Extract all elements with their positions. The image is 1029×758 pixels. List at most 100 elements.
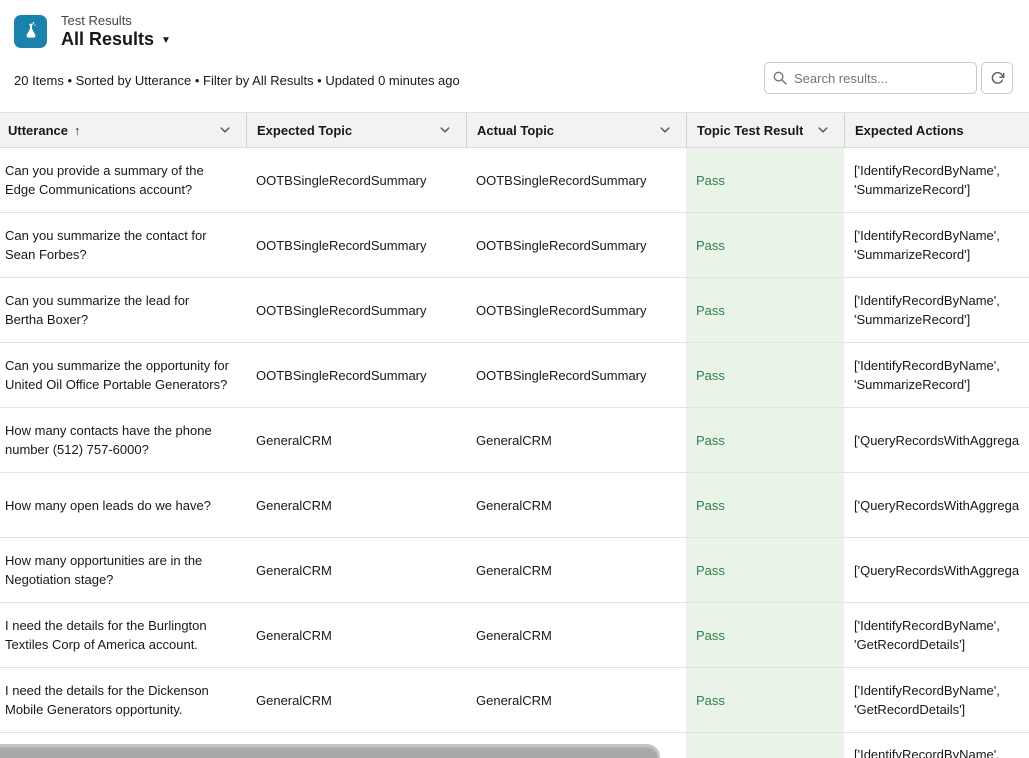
cell-text: OOTBSingleRecordSummary xyxy=(256,171,427,190)
cell-text: Can you provide a summary of the Edge Co… xyxy=(5,161,230,199)
column-header-utterance[interactable]: Utterance↑ xyxy=(0,113,246,147)
test-results-page: Test Results All Results ▼ 20 Items • So… xyxy=(0,0,1029,758)
pass-badge: Pass xyxy=(696,236,725,255)
cell-text: OOTBSingleRecordSummary xyxy=(476,366,647,385)
cell-text: OOTBSingleRecordSummary xyxy=(256,366,427,385)
cell-expected-topic: GeneralCRM xyxy=(246,473,466,537)
cell-expected-actions: ['QueryRecordsWithAggrega xyxy=(844,408,1029,472)
table-row: Can you provide a summary of the Edge Co… xyxy=(0,148,1029,213)
cell-text: GeneralCRM xyxy=(476,626,552,645)
cell-text: ['QueryRecordsWithAggrega xyxy=(854,431,1019,450)
cell-expected-actions: ['IdentifyRecordByName', 'SummarizeRecor… xyxy=(844,148,1029,212)
cell-text: I need the details for the Dickenson Mob… xyxy=(5,681,230,719)
cell-text: I need the details for the Burlington Te… xyxy=(5,616,230,654)
sort-ascending-icon: ↑ xyxy=(74,123,81,138)
cell-text: ['IdentifyRecordByName', 'SummarizeRecor… xyxy=(854,161,1029,199)
table-row: Can you summarize the lead for Bertha Bo… xyxy=(0,278,1029,343)
cell-result: Pass xyxy=(686,603,844,667)
cell-result: Pass xyxy=(686,148,844,212)
results-table: Utterance↑ Expected Topic Actual Topic Topi… xyxy=(0,112,1029,758)
column-header-expected-actions[interactable]: Expected Actions xyxy=(844,113,1029,147)
cell-actual-topic: GeneralCRM xyxy=(466,473,686,537)
column-header-expected-topic[interactable]: Expected Topic xyxy=(246,113,466,147)
cell-result xyxy=(686,733,844,758)
cell-text: OOTBSingleRecordSummary xyxy=(476,301,647,320)
refresh-button[interactable] xyxy=(981,62,1013,94)
table-row: How many open leads do we have? GeneralCR… xyxy=(0,473,1029,538)
pass-badge: Pass xyxy=(696,431,725,450)
cell-utterance: Can you summarize the contact for Sean F… xyxy=(0,213,246,277)
cell-text: OOTBSingleRecordSummary xyxy=(476,171,647,190)
column-header-label: Actual Topic xyxy=(477,123,554,138)
search-icon xyxy=(773,71,787,85)
column-header-actual-topic[interactable]: Actual Topic xyxy=(466,113,686,147)
cell-text: GeneralCRM xyxy=(256,496,332,515)
cell-result: Pass xyxy=(686,278,844,342)
cell-expected-actions: ['IdentifyRecordByName', 'SummarizeRecor… xyxy=(844,213,1029,277)
cell-actual-topic: OOTBSingleRecordSummary xyxy=(466,278,686,342)
cell-text: GeneralCRM xyxy=(476,431,552,450)
column-header-label: Topic Test Result xyxy=(697,123,803,138)
cell-text: Can you summarize the contact for Sean F… xyxy=(5,226,230,264)
cell-expected-topic: GeneralCRM xyxy=(246,538,466,602)
column-menu-chevron-down-icon[interactable] xyxy=(218,123,232,137)
cell-utterance: I need the details for the Burlington Te… xyxy=(0,603,246,667)
cell-result: Pass xyxy=(686,473,844,537)
horizontal-scrollbar-thumb[interactable] xyxy=(0,744,660,758)
column-header-topic-test-result[interactable]: Topic Test Result xyxy=(686,113,844,147)
cell-text: ['IdentifyRecordByName', 'SummarizeRecor… xyxy=(854,291,1029,329)
cell-utterance: I need the details for the Dickenson Mob… xyxy=(0,668,246,732)
cell-text: OOTBSingleRecordSummary xyxy=(256,301,427,320)
cell-text: ['QueryRecordsWithAggrega xyxy=(854,496,1019,515)
cell-result: Pass xyxy=(686,408,844,472)
flask-glyph xyxy=(20,20,42,42)
column-header-label: Expected Actions xyxy=(855,123,964,138)
column-header-label: Utterance↑ xyxy=(8,123,80,138)
cell-text: GeneralCRM xyxy=(476,691,552,710)
view-label: All Results xyxy=(61,29,154,49)
cell-text: GeneralCRM xyxy=(476,496,552,515)
cell-actual-topic: GeneralCRM xyxy=(466,408,686,472)
cell-text: ['IdentifyRecordByName', 'SummarizeRecor… xyxy=(854,356,1029,394)
table-body: Can you provide a summary of the Edge Co… xyxy=(0,148,1029,758)
column-menu-chevron-down-icon[interactable] xyxy=(816,123,830,137)
dropdown-arrow-icon: ▼ xyxy=(161,35,171,46)
column-menu-chevron-down-icon[interactable] xyxy=(658,123,672,137)
cell-result: Pass xyxy=(686,538,844,602)
cell-utterance: Can you provide a summary of the Edge Co… xyxy=(0,148,246,212)
cell-text: ['IdentifyRecordByName', 'GetRecordDetai… xyxy=(854,616,1029,654)
cell-utterance: How many open leads do we have? xyxy=(0,473,246,537)
cell-text: ['IdentifyRecordByName', 'SummarizeRecor… xyxy=(854,226,1029,264)
table-header-row: Utterance↑ Expected Topic Actual Topic Topi… xyxy=(0,112,1029,148)
refresh-icon xyxy=(990,71,1005,86)
cell-actual-topic: GeneralCRM xyxy=(466,668,686,732)
column-menu-chevron-down-icon[interactable] xyxy=(438,123,452,137)
cell-text: OOTBSingleRecordSummary xyxy=(476,236,647,255)
search-input[interactable] xyxy=(794,71,968,86)
cell-expected-topic: GeneralCRM xyxy=(246,603,466,667)
cell-expected-topic: OOTBSingleRecordSummary xyxy=(246,213,466,277)
pass-badge: Pass xyxy=(696,366,725,385)
view-selector[interactable]: All Results ▼ xyxy=(61,29,171,49)
cell-actual-topic: OOTBSingleRecordSummary xyxy=(466,148,686,212)
cell-text: GeneralCRM xyxy=(256,561,332,580)
cell-text: GeneralCRM xyxy=(256,626,332,645)
cell-expected-topic: GeneralCRM xyxy=(246,668,466,732)
cell-expected-actions: ['IdentifyRecordByName', 'SummarizeRecor… xyxy=(844,278,1029,342)
cell-result: Pass xyxy=(686,213,844,277)
cell-text: How many opportunities are in the Negoti… xyxy=(5,551,230,589)
pass-badge: Pass xyxy=(696,496,725,515)
cell-utterance: Can you summarize the lead for Bertha Bo… xyxy=(0,278,246,342)
cell-actual-topic: GeneralCRM xyxy=(466,603,686,667)
cell-expected-topic: GeneralCRM xyxy=(246,408,466,472)
cell-text: OOTBSingleRecordSummary xyxy=(256,236,427,255)
table-row: Can you summarize the opportunity for Un… xyxy=(0,343,1029,408)
cell-actual-topic: OOTBSingleRecordSummary xyxy=(466,213,686,277)
search-box xyxy=(764,62,977,94)
list-summary: 20 Items • Sorted by Utterance • Filter … xyxy=(14,73,460,88)
page-header: Test Results All Results ▼ xyxy=(14,13,171,49)
cell-text: ['IdentifyRecordByName', 'GetRecordDetai… xyxy=(854,681,1029,719)
flask-icon xyxy=(14,15,47,48)
table-row: How many contacts have the phone number … xyxy=(0,408,1029,473)
cell-expected-actions: ['QueryRecordsWithAggrega xyxy=(844,538,1029,602)
